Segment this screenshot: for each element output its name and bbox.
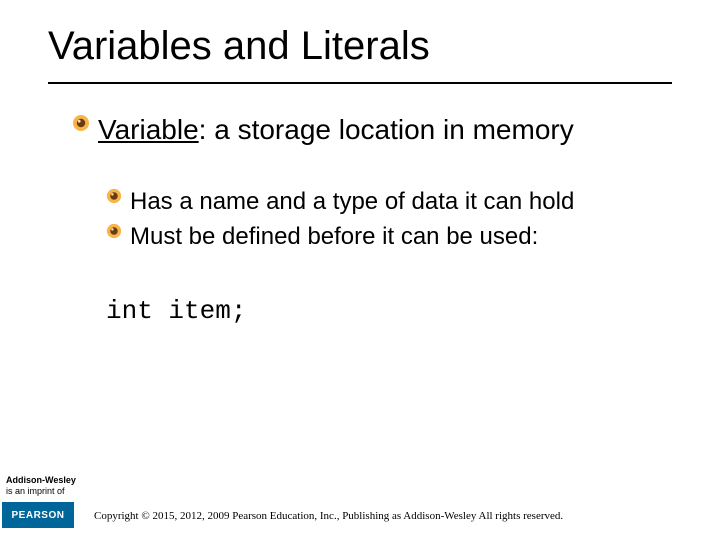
bullet-icon xyxy=(72,114,90,132)
pearson-logo: PEARSON xyxy=(2,502,74,528)
title-underline xyxy=(48,82,672,84)
bullet-level2-a: Has a name and a type of data it can hol… xyxy=(106,188,574,216)
aw-line2: is an imprint of xyxy=(6,486,65,496)
slide: Variables and Literals Variable: a stora… xyxy=(0,0,720,540)
bullet-level1-text: Variable: a storage location in memory xyxy=(98,114,574,146)
bullet-level1: Variable: a storage location in memory xyxy=(72,114,574,146)
term-variable: Variable xyxy=(98,114,199,145)
pearson-logo-text: PEARSON xyxy=(12,510,65,521)
footer: Addison-Wesley is an imprint of PEARSON … xyxy=(0,468,720,540)
term-definition: a storage location in memory xyxy=(214,114,574,145)
copyright-text: Copyright © 2015, 2012, 2009 Pearson Edu… xyxy=(94,510,563,522)
addison-wesley-label: Addison-Wesley is an imprint of xyxy=(6,475,76,496)
code-sample: int item; xyxy=(106,296,246,326)
aw-line1: Addison-Wesley xyxy=(6,475,76,485)
bullet-level2-a-text: Has a name and a type of data it can hol… xyxy=(130,188,574,216)
slide-title: Variables and Literals xyxy=(48,24,430,69)
bullet-icon xyxy=(106,223,122,239)
bullet-level2-b-text: Must be defined before it can be used: xyxy=(130,223,538,251)
term-sep: : xyxy=(199,114,215,145)
bullet-icon xyxy=(106,188,122,204)
bullet-level2-b: Must be defined before it can be used: xyxy=(106,223,538,251)
